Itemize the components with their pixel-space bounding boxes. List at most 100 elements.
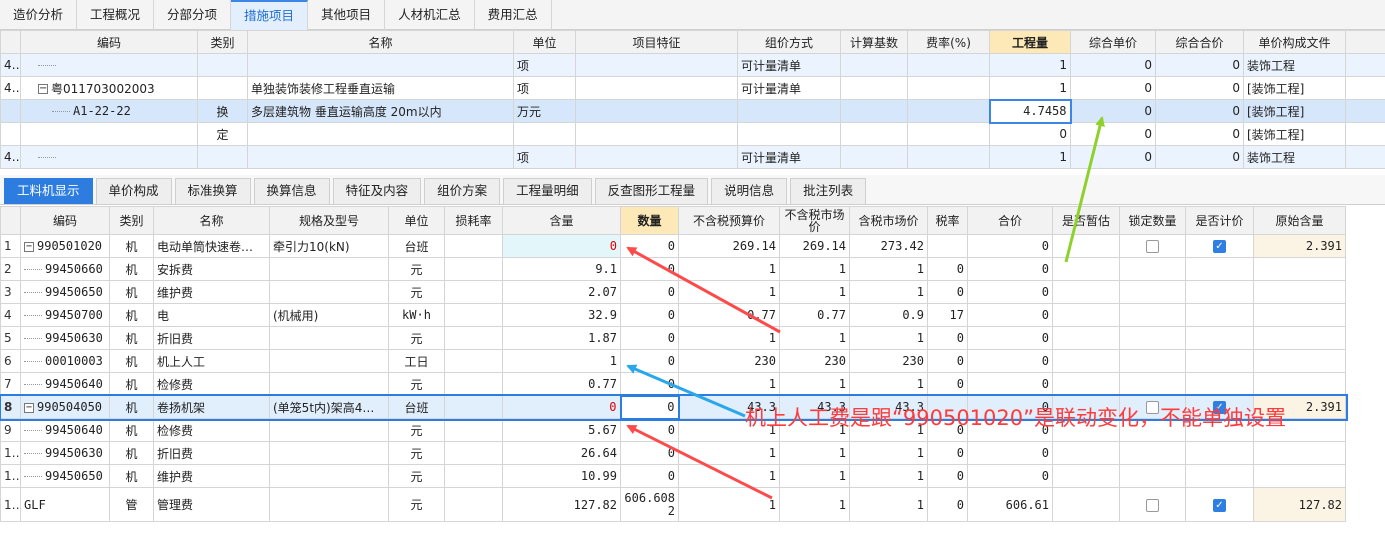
calc-cell[interactable]: [1185, 349, 1254, 373]
code-cell[interactable]: 99450700: [20, 303, 110, 327]
method-cell[interactable]: 可计量清单: [737, 53, 841, 77]
estimate-cell[interactable]: [1052, 326, 1120, 350]
estimate-cell[interactable]: [1052, 280, 1120, 304]
code-cell[interactable]: [20, 122, 198, 146]
col-header[interactable]: 费率(%): [907, 30, 990, 54]
budget-price-cell[interactable]: 1: [678, 257, 780, 281]
col-header[interactable]: [0, 30, 21, 54]
budget-price-cell[interactable]: 1: [678, 326, 780, 350]
col-header-quantity[interactable]: 工程量: [989, 30, 1071, 54]
unit-cell[interactable]: 元: [388, 257, 445, 281]
code-cell[interactable]: 99450630: [20, 326, 110, 350]
name-cell[interactable]: 维护费: [153, 464, 270, 488]
table-row[interactable]: 定 0 0 0 [装饰工程]: [0, 122, 1385, 146]
qty-input-active[interactable]: 4.7458: [988, 98, 1072, 124]
tax-market-price-cell[interactable]: 230: [849, 349, 928, 373]
rate-cell[interactable]: [907, 53, 990, 77]
name-cell[interactable]: 维护费: [153, 280, 270, 304]
table-row[interactable]: 1−990501020 机电动单筒快速卷… 牵引力10(kN) 台班 0 0 269.14 2…: [0, 234, 1346, 258]
method-cell[interactable]: 可计量清单: [737, 76, 841, 100]
col-header[interactable]: 含税市场价: [849, 206, 928, 235]
tax-rate-cell[interactable]: 0: [927, 257, 968, 281]
col-header[interactable]: 不含税预算价: [678, 206, 780, 235]
tab-description[interactable]: 说明信息: [711, 178, 788, 204]
type-cell[interactable]: 机: [109, 303, 154, 327]
qty-cell[interactable]: 0: [620, 372, 679, 396]
tab-conversion-info[interactable]: 换算信息: [253, 178, 330, 204]
col-header-quantity[interactable]: 数量: [620, 206, 679, 235]
rate-cell[interactable]: [907, 76, 990, 100]
lock-qty-cell[interactable]: [1119, 464, 1186, 488]
calc-cell[interactable]: ✓: [1185, 234, 1254, 258]
type-cell[interactable]: 机: [109, 326, 154, 350]
spec-cell[interactable]: [269, 487, 389, 522]
col-header[interactable]: 项目特征: [575, 30, 738, 54]
estimate-cell[interactable]: [1052, 349, 1120, 373]
name-cell[interactable]: 检修费: [153, 418, 270, 442]
col-header[interactable]: 含量: [502, 206, 621, 235]
spec-cell[interactable]: (机械用): [269, 303, 389, 327]
table-row[interactable]: 40 项 可计量清单 1 0 0 装饰工程: [0, 53, 1385, 77]
lock-qty-cell[interactable]: [1119, 257, 1186, 281]
type-cell[interactable]: 机: [109, 441, 154, 465]
qty-cell[interactable]: 0: [620, 257, 679, 281]
loss-cell[interactable]: [444, 326, 503, 350]
content-cell[interactable]: 32.9: [502, 303, 621, 327]
calc-cell[interactable]: [1185, 257, 1254, 281]
tab-sub-items[interactable]: 分部分项: [154, 0, 232, 30]
col-header[interactable]: [0, 206, 21, 235]
table-row-selected[interactable]: A1-22-22 换 多层建筑物 垂直运输高度 20m以内 万元 4.7458 …: [0, 98, 1385, 124]
lock-qty-cell[interactable]: [1119, 487, 1186, 522]
lock-checkbox[interactable]: [1146, 498, 1159, 512]
col-header[interactable]: 原始含量: [1253, 206, 1346, 235]
spec-cell[interactable]: [269, 418, 389, 442]
type-cell[interactable]: 机: [109, 395, 154, 419]
type-cell[interactable]: 机: [109, 280, 154, 304]
unit-cell[interactable]: [513, 122, 576, 146]
unit-cell[interactable]: 元: [388, 487, 445, 522]
tax-rate-cell[interactable]: 0: [927, 326, 968, 350]
spec-cell[interactable]: (单笼5t内)架高4…: [269, 395, 389, 419]
name-cell[interactable]: 卷扬机架: [153, 395, 270, 419]
table-row[interactable]: 10 99450630 机折旧费元 26.64 0 1 1 1 0 0: [0, 441, 1346, 465]
table-row[interactable]: 11 99450650 机维护费元 10.99 0 1 1 1 0 0: [0, 464, 1346, 488]
table-row[interactable]: 4 99450700 机电 (机械用) kW·h 32.9 0 0.77 0.77 0.9 17 0: [0, 303, 1346, 327]
calc-cell[interactable]: [1185, 280, 1254, 304]
code-cell[interactable]: 99450630: [20, 441, 110, 465]
tab-standard-conversion[interactable]: 标准换算: [174, 178, 251, 204]
tax-rate-cell[interactable]: 17: [927, 303, 968, 327]
code-cell[interactable]: 99450650: [20, 280, 110, 304]
tax-rate-cell[interactable]: [927, 234, 968, 258]
qty-cell[interactable]: 0: [620, 280, 679, 304]
col-header[interactable]: 名称: [153, 206, 270, 235]
col-header[interactable]: 综合合价: [1155, 30, 1244, 54]
file-cell[interactable]: [装饰工程]: [1243, 122, 1346, 146]
tax-rate-cell[interactable]: 0: [927, 487, 968, 522]
col-header[interactable]: 损耗率: [444, 206, 503, 235]
qty-cell[interactable]: 0: [989, 122, 1071, 146]
tab-labor-material-display[interactable]: 工料机显示: [4, 178, 93, 204]
rate-cell[interactable]: [907, 122, 990, 146]
loss-cell[interactable]: [444, 487, 503, 522]
name-cell[interactable]: 电: [153, 303, 270, 327]
content-cell[interactable]: 10.99: [502, 464, 621, 488]
code-cell[interactable]: [20, 145, 198, 169]
type-cell[interactable]: 机: [109, 418, 154, 442]
spec-cell[interactable]: [269, 257, 389, 281]
loss-cell[interactable]: [444, 441, 503, 465]
type-cell[interactable]: [197, 76, 248, 100]
lock-qty-cell[interactable]: [1119, 372, 1186, 396]
col-header[interactable]: 是否计价: [1185, 206, 1254, 235]
tax-market-price-cell[interactable]: 1: [849, 372, 928, 396]
feature-cell[interactable]: [575, 99, 738, 123]
unit-cell[interactable]: 项: [513, 53, 576, 77]
collapse-icon[interactable]: −: [24, 402, 34, 413]
tab-unit-price-composition[interactable]: 单价构成: [95, 178, 172, 204]
type-cell[interactable]: 管: [109, 487, 154, 522]
col-header[interactable]: 单位: [388, 206, 445, 235]
name-cell[interactable]: 多层建筑物 垂直运输高度 20m以内: [247, 99, 514, 123]
tax-rate-cell[interactable]: 0: [927, 280, 968, 304]
col-header[interactable]: 类别: [197, 30, 248, 54]
tax-market-price-cell[interactable]: 273.42: [849, 234, 928, 258]
market-price-cell[interactable]: 269.14: [779, 234, 850, 258]
